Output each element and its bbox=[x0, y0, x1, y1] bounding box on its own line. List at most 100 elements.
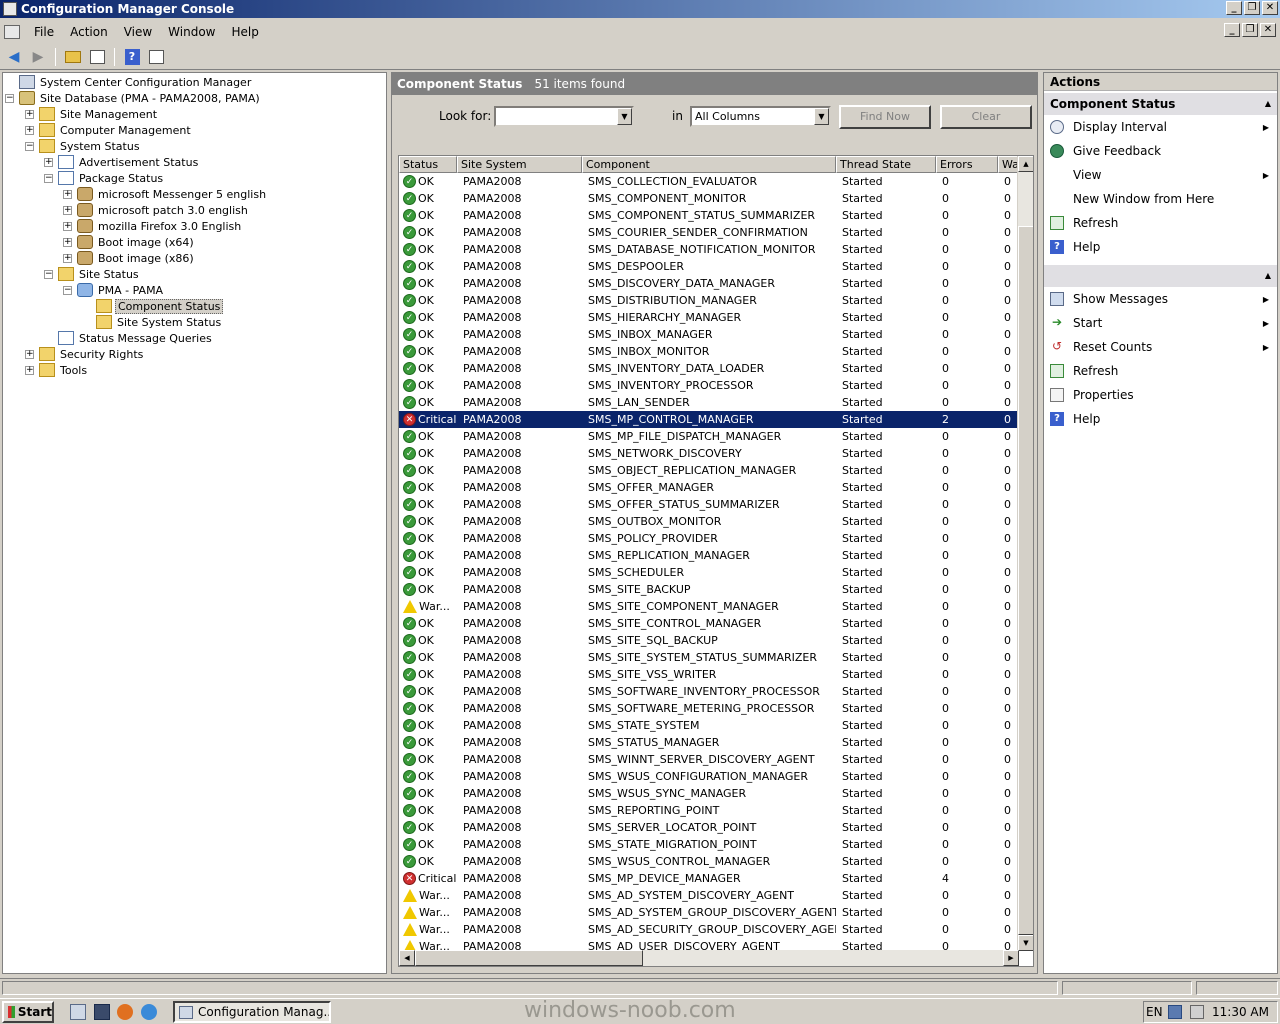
expand-icon[interactable]: + bbox=[25, 365, 34, 375]
action-help[interactable]: ? Help bbox=[1044, 235, 1277, 259]
server-manager-icon[interactable] bbox=[70, 1004, 86, 1020]
table-row[interactable]: ✓ OK PAMA2008 SMS_NETWORK_DISCOVERY Started 0… bbox=[399, 445, 1019, 462]
horizontal-scroll-thumb[interactable] bbox=[415, 950, 643, 966]
up-folder-button[interactable] bbox=[63, 47, 83, 67]
tree-node-label[interactable]: Status Message Queries bbox=[77, 332, 214, 345]
column-header-warnings[interactable]: Wa bbox=[998, 156, 1019, 173]
action-start[interactable]: ➔ Start ▶ bbox=[1044, 311, 1277, 335]
child-close-button[interactable]: ✕ bbox=[1260, 23, 1276, 37]
tree-node[interactable]: + microsoft patch 3.0 english bbox=[63, 202, 250, 218]
firefox-icon[interactable] bbox=[117, 1004, 133, 1020]
tree-node[interactable]: + microsoft Messenger 5 english bbox=[63, 186, 268, 202]
tree-node-label[interactable]: PMA - PAMA bbox=[96, 284, 165, 297]
table-row[interactable]: ✓ OK PAMA2008 SMS_SERVER_LOCATOR_POINT Start… bbox=[399, 819, 1019, 836]
action-new-window-from-here[interactable]: New Window from Here bbox=[1044, 187, 1277, 211]
column-header-component[interactable]: Component bbox=[582, 156, 836, 173]
table-row[interactable]: War... PAMA2008 SMS_SITE_COMPONENT_MANAGER… bbox=[399, 598, 1019, 615]
table-row[interactable]: ✓ OK PAMA2008 SMS_REPORTING_POINT Started 0 0 bbox=[399, 802, 1019, 819]
minimize-button[interactable]: _ bbox=[1226, 1, 1242, 15]
table-row[interactable]: War... PAMA2008 SMS_AD_SYSTEM_DISCOVERY_AG… bbox=[399, 887, 1019, 904]
action-properties[interactable]: Properties bbox=[1044, 383, 1277, 407]
table-row[interactable]: ✓ OK PAMA2008 SMS_WSUS_SYNC_MANAGER Started 0… bbox=[399, 785, 1019, 802]
column-header-errors[interactable]: Errors bbox=[936, 156, 998, 173]
menu-help[interactable]: Help bbox=[224, 25, 267, 39]
table-row[interactable]: ✓ OK PAMA2008 SMS_POLICY_PROVIDER Started 0 0 bbox=[399, 530, 1019, 547]
table-row[interactable]: ✓ OK PAMA2008 SMS_INBOX_MANAGER Started 0 0 bbox=[399, 326, 1019, 343]
table-row[interactable]: War... PAMA2008 SMS_AD_SECURITY_GROUP_DISC… bbox=[399, 921, 1019, 938]
child-minimize-button[interactable]: _ bbox=[1224, 23, 1240, 37]
vertical-scrollbar[interactable]: ▲ ▼ bbox=[1017, 156, 1033, 951]
tree-node[interactable]: − PMA - PAMA bbox=[63, 282, 165, 298]
action-reset-counts[interactable]: ↺ Reset Counts ▶ bbox=[1044, 335, 1277, 359]
table-row[interactable]: ✓ OK PAMA2008 SMS_MP_FILE_DISPATCH_MANAGER S… bbox=[399, 428, 1019, 445]
language-indicator[interactable]: EN bbox=[1146, 1005, 1163, 1019]
tree-node-label[interactable]: Advertisement Status bbox=[77, 156, 200, 169]
action-help[interactable]: ? Help bbox=[1044, 407, 1277, 431]
scroll-up-button[interactable]: ▲ bbox=[1018, 156, 1033, 172]
tree-node-label[interactable]: microsoft Messenger 5 english bbox=[96, 188, 268, 201]
tree-node-label[interactable]: Tools bbox=[58, 364, 89, 377]
show-desktop-icon[interactable] bbox=[94, 1004, 110, 1020]
tree-node[interactable]: Status Message Queries bbox=[44, 330, 214, 346]
table-row[interactable]: ✓ OK PAMA2008 SMS_STATE_MIGRATION_POINT Star… bbox=[399, 836, 1019, 853]
tree-node[interactable]: − System Status bbox=[25, 138, 142, 154]
tree-node-label[interactable]: Boot image (x64) bbox=[96, 236, 196, 249]
child-restore-button[interactable]: ❐ bbox=[1242, 23, 1258, 37]
start-button[interactable]: Start bbox=[2, 1001, 54, 1023]
restore-button[interactable]: ❐ bbox=[1244, 1, 1260, 15]
table-row[interactable]: ✓ OK PAMA2008 SMS_COMPONENT_STATUS_SUMMARIZ… bbox=[399, 207, 1019, 224]
table-row[interactable]: ✓ OK PAMA2008 SMS_SITE_CONTROL_MANAGER Start… bbox=[399, 615, 1019, 632]
column-header-thread-state[interactable]: Thread State bbox=[836, 156, 936, 173]
table-row[interactable]: ✓ OK PAMA2008 SMS_OFFER_MANAGER Started 0 0 bbox=[399, 479, 1019, 496]
table-row[interactable]: ✓ OK PAMA2008 SMS_REPLICATION_MANAGER Starte… bbox=[399, 547, 1019, 564]
menu-view[interactable]: View bbox=[116, 25, 160, 39]
table-row[interactable]: ✓ OK PAMA2008 SMS_WSUS_CONFIGURATION_MANAGE… bbox=[399, 768, 1019, 785]
expand-icon[interactable]: + bbox=[25, 109, 34, 119]
table-row[interactable]: ✓ OK PAMA2008 SMS_INBOX_MONITOR Started 0 0 bbox=[399, 343, 1019, 360]
table-row[interactable]: ✓ OK PAMA2008 SMS_SITE_SYSTEM_STATUS_SUMMAR… bbox=[399, 649, 1019, 666]
menu-file[interactable]: File bbox=[26, 25, 62, 39]
help-button[interactable]: ? bbox=[122, 47, 142, 67]
table-row[interactable]: ✓ OK PAMA2008 SMS_LAN_SENDER Started 0 0 bbox=[399, 394, 1019, 411]
collapse-icon[interactable]: ▲ bbox=[1265, 265, 1271, 287]
tree-node[interactable]: + Computer Management bbox=[25, 122, 193, 138]
close-button[interactable]: ✕ bbox=[1262, 1, 1278, 15]
vertical-scroll-thumb[interactable] bbox=[1018, 226, 1033, 935]
horizontal-scrollbar[interactable]: ◀ ▶ bbox=[399, 950, 1019, 966]
menu-window[interactable]: Window bbox=[160, 25, 223, 39]
actions-section-component-status[interactable]: Component Status ▲ bbox=[1044, 93, 1277, 115]
tree-node-label[interactable]: System Status bbox=[58, 140, 142, 153]
table-row[interactable]: ✓ OK PAMA2008 SMS_SCHEDULER Started 0 0 bbox=[399, 564, 1019, 581]
collapse-icon[interactable]: − bbox=[5, 93, 14, 103]
action-view[interactable]: View ▶ bbox=[1044, 163, 1277, 187]
taskbar-button-config-manager[interactable]: Configuration Manag... bbox=[173, 1001, 331, 1023]
table-row[interactable]: War... PAMA2008 SMS_AD_SYSTEM_GROUP_DISCOV… bbox=[399, 904, 1019, 921]
table-row[interactable]: ✓ OK PAMA2008 SMS_SITE_VSS_WRITER Started 0 0 bbox=[399, 666, 1019, 683]
table-row[interactable]: ✓ OK PAMA2008 SMS_OBJECT_REPLICATION_MANAGE… bbox=[399, 462, 1019, 479]
mdi-child-icon[interactable] bbox=[4, 25, 20, 39]
tree-node-label[interactable]: Computer Management bbox=[58, 124, 193, 137]
tree-node[interactable]: + Boot image (x64) bbox=[63, 234, 196, 250]
table-row[interactable]: ✓ OK PAMA2008 SMS_COLLECTION_EVALUATOR Start… bbox=[399, 173, 1019, 190]
collapse-icon[interactable]: − bbox=[25, 141, 34, 151]
tree-node-label[interactable]: microsoft patch 3.0 english bbox=[96, 204, 250, 217]
table-row[interactable]: ✓ OK PAMA2008 SMS_SOFTWARE_METERING_PROCESS… bbox=[399, 700, 1019, 717]
menu-action[interactable]: Action bbox=[62, 25, 116, 39]
table-row[interactable]: ✓ OK PAMA2008 SMS_DISCOVERY_DATA_MANAGER Sta… bbox=[399, 275, 1019, 292]
action-display-interval[interactable]: Display Interval ▶ bbox=[1044, 115, 1277, 139]
expand-icon[interactable]: + bbox=[63, 253, 72, 263]
table-row[interactable]: ✓ OK PAMA2008 SMS_COMPONENT_MONITOR Started 0… bbox=[399, 190, 1019, 207]
expand-icon[interactable]: + bbox=[63, 205, 72, 215]
tree-node-label[interactable]: Boot image (x86) bbox=[96, 252, 196, 265]
tree-node-label[interactable]: Site Database (PMA - PAMA2008, PAMA) bbox=[38, 92, 262, 105]
expand-icon[interactable]: + bbox=[63, 237, 72, 247]
network-icon[interactable] bbox=[1168, 1005, 1183, 1019]
collapse-icon[interactable]: − bbox=[63, 285, 72, 295]
table-row[interactable]: ✓ OK PAMA2008 SMS_WINNT_SERVER_DISCOVERY_AG… bbox=[399, 751, 1019, 768]
table-row[interactable]: ✕ Critical PAMA2008 SMS_MP_CONTROL_MANAGER S… bbox=[399, 411, 1019, 428]
volume-icon[interactable] bbox=[1190, 1005, 1205, 1019]
scroll-down-button[interactable]: ▼ bbox=[1018, 935, 1033, 951]
table-row[interactable]: ✓ OK PAMA2008 SMS_DATABASE_NOTIFICATION_MON… bbox=[399, 241, 1019, 258]
chevron-down-icon[interactable]: ▼ bbox=[814, 108, 829, 125]
expand-icon[interactable]: + bbox=[25, 125, 34, 135]
